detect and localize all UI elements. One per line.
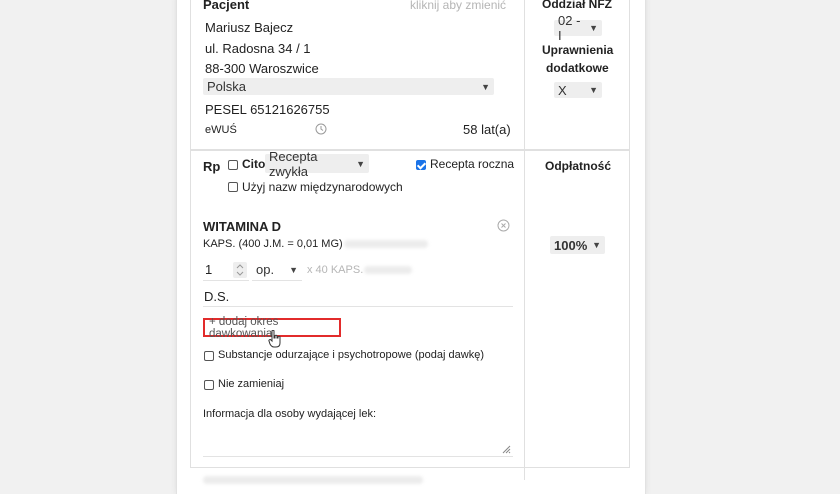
nfz-heading: Oddział NFZ bbox=[542, 0, 612, 11]
narcotics-checkbox[interactable] bbox=[204, 351, 214, 361]
resize-grip-icon[interactable] bbox=[501, 444, 511, 454]
ewus-label: eWUŚ bbox=[205, 124, 237, 136]
unit-value: op. bbox=[256, 262, 275, 277]
permissions-select[interactable]: X ▼ bbox=[554, 82, 602, 98]
patient-age: 58 lat(a) bbox=[463, 122, 511, 137]
prescription-section bbox=[190, 150, 630, 468]
unit-underline bbox=[252, 280, 302, 281]
chevron-down-icon: ▼ bbox=[289, 264, 298, 275]
cito-checkbox[interactable] bbox=[228, 160, 238, 170]
nfz-value: 02 - I bbox=[558, 13, 581, 43]
chevron-down-icon: ▼ bbox=[589, 85, 598, 95]
rx-label: Rp bbox=[203, 159, 221, 174]
no-substitute-checkbox[interactable] bbox=[204, 380, 214, 390]
cito-label: Cito bbox=[242, 157, 266, 171]
remove-drug-icon[interactable] bbox=[497, 219, 510, 232]
chevron-down-icon: ▼ bbox=[356, 158, 365, 169]
chevron-down-icon: ▼ bbox=[592, 240, 601, 250]
intl-names-label: Użyj nazw międzynarodowych bbox=[242, 180, 403, 194]
payment-value: 100% bbox=[554, 237, 588, 253]
clock-icon[interactable] bbox=[315, 123, 327, 135]
pesel-row: PESEL 65121626755 bbox=[205, 102, 330, 117]
column-divider bbox=[524, 0, 525, 480]
blurred-detail bbox=[203, 476, 423, 484]
payment-heading: Odpłatność bbox=[545, 159, 612, 173]
patient-city: 88-300 Waroszwice bbox=[205, 61, 319, 76]
chevron-down-icon: ▼ bbox=[481, 81, 490, 92]
unit-select[interactable]: op. ▼ bbox=[252, 260, 302, 279]
annual-prescription-checkbox[interactable] bbox=[416, 160, 426, 170]
stepper-arrows-icon bbox=[236, 264, 244, 276]
dispenser-info-label: Informacja dla osoby wydającej lek: bbox=[203, 408, 377, 420]
annual-prescription-label: Recepta roczna bbox=[430, 157, 515, 171]
prescription-type-value: Recepta zwykła bbox=[269, 148, 318, 179]
drug-form: KAPS. (400 J.M. = 0,01 MG) bbox=[203, 238, 343, 250]
permissions-heading-2: dodatkowe bbox=[546, 61, 609, 75]
ds-underline bbox=[203, 306, 513, 307]
ds-label: D.S. bbox=[204, 289, 230, 304]
quantity-underline bbox=[203, 280, 249, 281]
payment-select[interactable]: 100% ▼ bbox=[550, 236, 605, 254]
nfz-select[interactable]: 02 - I ▼ bbox=[554, 13, 602, 43]
prescription-type-select[interactable]: Recepta zwykła ▼ bbox=[265, 149, 369, 179]
blurred-detail bbox=[344, 240, 428, 248]
quantity-stepper[interactable] bbox=[233, 262, 247, 278]
intl-names-checkbox[interactable] bbox=[228, 182, 238, 192]
pack-size: x 40 KAPS. bbox=[307, 264, 364, 276]
no-substitute-label: Nie zamieniaj bbox=[218, 378, 285, 390]
hand-cursor-icon bbox=[268, 330, 281, 348]
permissions-value: X bbox=[558, 82, 567, 98]
patient-street: ul. Radosna 34 / 1 bbox=[205, 41, 311, 56]
change-patient-link[interactable]: kliknij aby zmienić bbox=[410, 0, 506, 12]
country-value: Polska bbox=[207, 79, 247, 94]
patient-heading: Pacjent bbox=[203, 0, 250, 12]
quantity-value[interactable]: 1 bbox=[205, 262, 212, 277]
country-select[interactable]: Polska ▼ bbox=[203, 78, 494, 95]
patient-name: Mariusz Bajecz bbox=[205, 20, 294, 35]
drug-name: WITAMINA D bbox=[203, 219, 281, 234]
narcotics-label: Substancje odurzające i psychotropowe (p… bbox=[218, 349, 484, 361]
dispenser-info-textarea[interactable] bbox=[203, 424, 513, 457]
pesel-label: PESEL bbox=[205, 102, 247, 117]
pesel-value: 65121626755 bbox=[250, 102, 330, 117]
chevron-down-icon: ▼ bbox=[589, 23, 598, 33]
permissions-heading-1: Uprawnienia bbox=[542, 43, 614, 57]
blurred-detail bbox=[364, 266, 412, 274]
